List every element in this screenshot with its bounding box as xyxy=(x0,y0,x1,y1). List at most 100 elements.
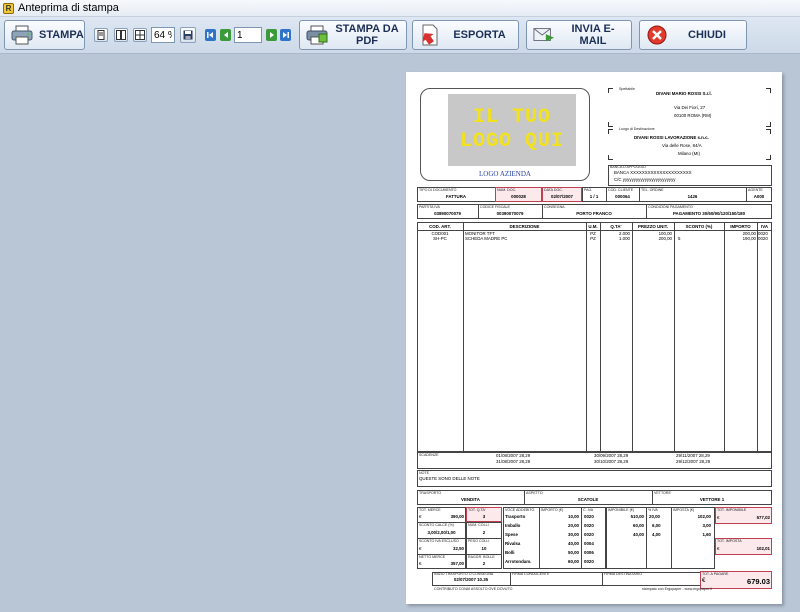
charge-amount: 60,00 xyxy=(568,559,579,564)
export-button[interactable]: ESPORTA xyxy=(412,20,519,50)
doc-number-caption: NUM. DOC. xyxy=(497,188,517,192)
recipient-signature-caption: FIRMA DESTINATARIO xyxy=(604,572,643,576)
last-page-button[interactable] xyxy=(280,29,291,41)
delivery: PORTO FRANCO xyxy=(576,211,612,216)
charge-amount: 40,00 xyxy=(568,541,579,546)
printer-icon xyxy=(11,24,33,46)
floppy-disk-icon xyxy=(183,30,193,40)
send-email-button[interactable]: INVIA E-MAIL xyxy=(526,20,632,50)
recipient-caption: Spettabile xyxy=(619,87,635,91)
multi-page-icon xyxy=(135,30,145,40)
bank-account: C/C yyyyyyyyyyyyyyyyyyyyyyyy xyxy=(614,177,676,182)
net-caption: NETTO MERCE xyxy=(419,555,446,559)
multi-page-view-button[interactable] xyxy=(133,28,147,42)
close-icon xyxy=(646,24,668,46)
discount-excluded: 32,50 xyxy=(453,546,464,551)
title-bar: R Anteprima di stampa xyxy=(0,0,800,17)
close-button-label: CHIUDI xyxy=(688,29,726,41)
first-page-button[interactable] xyxy=(205,29,216,41)
save-button[interactable] xyxy=(180,27,196,43)
carrier-caption: VETTORE xyxy=(654,491,671,495)
delivery-caption: CONSEGNA xyxy=(544,205,565,209)
previous-page-icon xyxy=(223,32,228,38)
agent-caption: AGENTE xyxy=(748,188,763,192)
print-pdf-button[interactable]: STAMPA DA PDF xyxy=(299,20,407,50)
single-page-view-button[interactable] xyxy=(94,28,108,42)
recipient-city: 00100 ROMA (RM) xyxy=(674,113,712,118)
vat-summary-header-rate: % IVA xyxy=(648,508,658,512)
net-total: 357,00 xyxy=(450,561,464,566)
logo-line-1: IL TUO xyxy=(472,106,551,129)
payment-terms: PAGAMENTO 30/60/90/120/150/180 xyxy=(672,211,746,216)
aspect: SCATOLE xyxy=(577,497,599,502)
two-pages-view-button[interactable] xyxy=(114,28,128,42)
row-vat: 0020 xyxy=(758,236,768,241)
previous-page-button[interactable] xyxy=(220,29,231,41)
charge-code: 0020 xyxy=(584,532,594,537)
page-number: 1 / 1 xyxy=(589,194,599,199)
destination-street: Via delle Rose, 84/A xyxy=(662,143,702,148)
table-header-unit: U.M. xyxy=(588,224,598,229)
zoom-input[interactable] xyxy=(151,27,175,43)
vat-caption: PARTITA IVA xyxy=(419,205,440,209)
email-icon xyxy=(533,24,555,46)
phone: 1426 xyxy=(687,194,698,199)
print-button-label: STAMPA xyxy=(39,29,84,41)
close-button[interactable]: CHIUDI xyxy=(639,20,747,50)
transport: VENDITA xyxy=(461,497,480,502)
invoice-document: IL TUO LOGO QUI LOGO AZIENDA Spettabile … xyxy=(406,72,782,604)
footer-conai: CONTRIBUTO CONAI ASSOLTO OVE DOVUTO xyxy=(434,587,513,591)
aspect-caption: ASPETTO xyxy=(526,491,543,495)
row-code: SH-PC xyxy=(433,236,447,241)
qty-total: 3 xyxy=(482,514,486,519)
recipient-street: Via Dei Fiori, 27 xyxy=(674,105,706,110)
last-page-icon xyxy=(283,32,289,38)
footer-credit: stampato con Ergopaper - www.ergopaper.i… xyxy=(642,587,713,591)
charges-header-amount: IMPORTO (€) xyxy=(541,508,564,512)
print-button[interactable]: STAMPA xyxy=(4,20,85,50)
qty-total-caption: TOT. Q.TA' xyxy=(468,508,486,512)
due-date: 29/11/2007 28,29 xyxy=(676,453,710,458)
fiscal-code-caption: CODICE FISCALE xyxy=(480,205,510,209)
charge-amount: 50,00 xyxy=(568,550,579,555)
phone-caption: TEL. ORDINE xyxy=(641,188,664,192)
due-date: 30/10/2007 28,29 xyxy=(594,459,629,464)
vat-number: 03890070079 xyxy=(434,211,461,216)
bracket-corner xyxy=(608,88,613,93)
bracket-corner xyxy=(608,122,613,127)
doc-date: 02/07/2007 xyxy=(551,194,573,199)
carrier: VETTORE 1 xyxy=(699,497,725,502)
vat-tax: 3,00 xyxy=(702,523,711,528)
vat-rate: 4,00 xyxy=(652,532,661,537)
preview-page: IL TUO LOGO QUI LOGO AZIENDA Spettabile … xyxy=(406,72,782,604)
charge-amount: 30,00 xyxy=(568,532,579,537)
charge-name: Trasporto xyxy=(505,514,526,519)
tax-total: 102,01 xyxy=(756,546,770,551)
discount-header-caption: SCONTO CALCE (%) xyxy=(419,523,454,527)
row-discount: 5 xyxy=(678,236,681,241)
aggr: 2 xyxy=(482,561,486,566)
table-header-discount: SCONTO (%) xyxy=(685,224,713,229)
due-dates-caption: SCADENZE xyxy=(419,453,439,457)
due-date: 01/08/2007 28,29 xyxy=(496,453,531,458)
payment-caption: CONDIZIONI PAGAMENTO xyxy=(648,205,693,209)
charge-name: Imballo xyxy=(505,523,521,528)
goods-total: 390,00 xyxy=(450,514,464,519)
colli-caption: NUM. COLLI xyxy=(468,523,489,527)
page-number-input[interactable] xyxy=(234,27,262,43)
next-page-button[interactable] xyxy=(266,29,277,41)
doc-number: 000028 xyxy=(511,194,526,199)
vat-tax: 102,00 xyxy=(697,514,711,519)
table-header-quantity: Q.TA' xyxy=(610,224,622,229)
bracket-corner xyxy=(766,129,771,134)
page-caption: PAG. xyxy=(584,188,593,192)
logo-caption: LOGO AZIENDA xyxy=(479,170,531,178)
charge-code: 0020 xyxy=(584,514,594,519)
next-page-icon xyxy=(269,32,274,38)
bracket-corner xyxy=(766,122,771,127)
row-price: 200,00 xyxy=(658,236,672,241)
table-header-code: COD. ART. xyxy=(429,224,451,229)
recipient-name: DIVANI MARIO ROSSI S.r.l. xyxy=(656,91,712,96)
vat-base: 60,00 xyxy=(633,523,644,528)
total-to-pay: 679.03 xyxy=(747,577,770,586)
